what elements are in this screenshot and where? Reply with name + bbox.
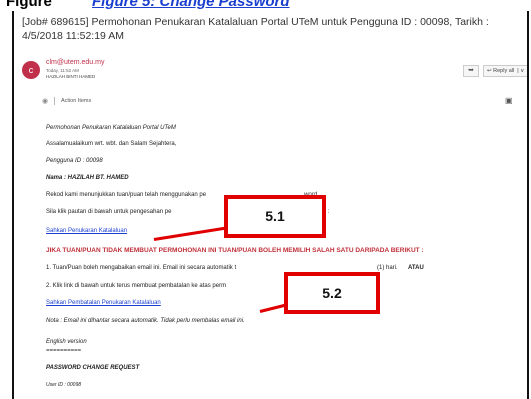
note-line: Nota : Email ini dihantar secara automat… xyxy=(46,318,245,324)
action-items-icon[interactable]: ◉ xyxy=(42,97,48,105)
separator: ========== xyxy=(46,348,82,354)
reply-all-label: Reply all xyxy=(493,68,515,74)
body-title: Permohonan Penukaran Katalaluan Portal U… xyxy=(46,125,176,131)
greeting: Assalamualaikum wrt. wbt. dan Salam Seja… xyxy=(46,141,177,147)
recipient-name: HAZILAH BINTI HAMED xyxy=(46,74,96,79)
confirm-change-link[interactable]: Sahkan Penukaran Katalaluan xyxy=(46,228,127,234)
sender-header: c clm@utem.edu.my Today, 11:52 AM HAZILA… xyxy=(22,59,527,91)
option-2: 2. Klik link di bawah untuk terus membua… xyxy=(46,283,227,289)
password-change-title: PASSWORD CHANGE REQUEST xyxy=(46,365,140,371)
action-items-label[interactable]: Action Items xyxy=(61,98,91,104)
sender-date: Today, 11:52 AM xyxy=(46,68,79,73)
cancel-change-link[interactable]: Sahkan Pembatalan Penukaran Katalaluan xyxy=(46,300,161,306)
email-subject: [Job# 689615] Permohonan Penukaran Katal… xyxy=(22,16,489,42)
forward-button[interactable]: ➥ xyxy=(463,65,479,77)
forward-icon: ➥ xyxy=(468,67,474,74)
option-1-atau: ATAU xyxy=(408,265,424,271)
reply-all-icon: ↩ xyxy=(487,68,492,74)
record-line: Rekod kami menunjukkan tuan/puan telah m… xyxy=(46,192,207,198)
warning-text: JIKA TUAN/PUAN TIDAK MEMBUAT PERMOHONAN … xyxy=(46,247,424,254)
option-1: 1. Tuan/Puan boleh mengabaikan email ini… xyxy=(46,265,237,271)
name-line: Nama : HAZILAH BT. HAMED xyxy=(46,175,129,181)
divider xyxy=(54,97,55,105)
bag-icon[interactable]: ▣ xyxy=(505,96,513,105)
top-caption-strip: Figure Figure 5: Change Password xyxy=(0,0,531,11)
user-id-line: Pengguna ID : 00098 xyxy=(46,158,103,164)
english-version-label: English version xyxy=(46,339,87,345)
figure-link[interactable]: Figure 5: Change Password xyxy=(92,0,290,10)
click-prompt: Sila klik pautan di bawah untuk pengesah… xyxy=(46,209,172,215)
option-1-end: (1) hari. xyxy=(377,265,398,271)
figure-label: Figure xyxy=(6,0,52,10)
user-id-en: User ID : 00098 xyxy=(46,382,82,388)
chevron-down-icon[interactable]: | ∨ xyxy=(516,68,524,74)
avatar: c xyxy=(22,61,40,79)
action-items-bar: ◉ Action Items ▣ xyxy=(42,95,522,109)
callout-5-2: 5.2 xyxy=(284,272,380,314)
reply-all-button[interactable]: ↩ Reply all | ∨ xyxy=(483,65,527,77)
callout-5-1: 5.1 xyxy=(224,195,326,238)
sender-email[interactable]: clm@utem.edu.my xyxy=(46,59,104,66)
